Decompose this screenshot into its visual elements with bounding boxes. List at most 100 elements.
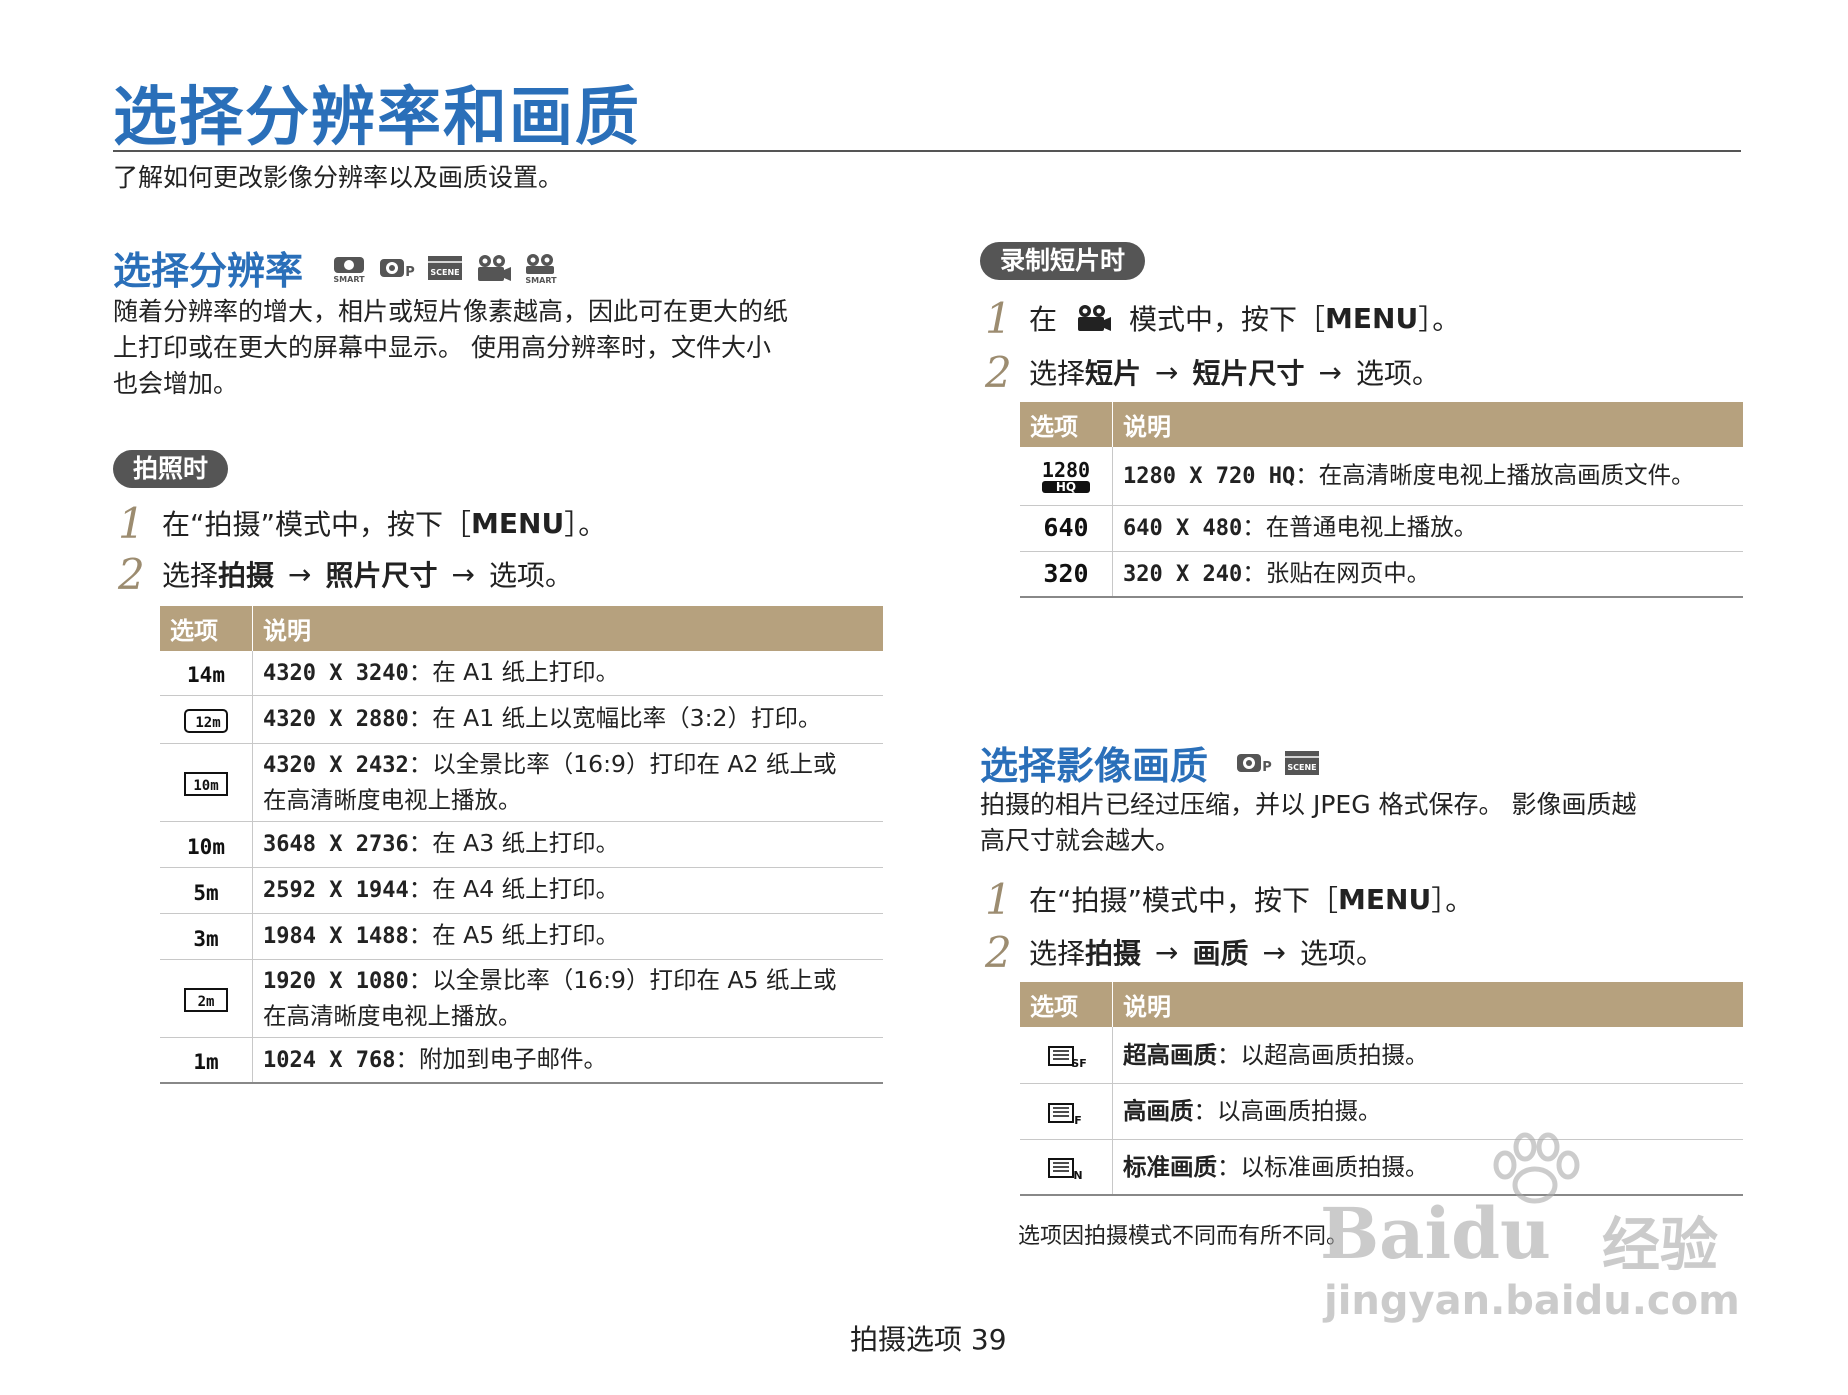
- quality-desc: ：以超高画质拍摄。: [1217, 1040, 1429, 1069]
- quality-header: 选择影像画质 P SCENE: [980, 735, 1322, 790]
- resolution-14m-icon: 14m: [187, 663, 225, 687]
- scene-icon: SCENE: [428, 255, 463, 280]
- svg-text:12m: 12m: [195, 715, 220, 731]
- resolution-desc: ：以全景比率（16:9）打印在 A2 纸上或: [408, 750, 837, 778]
- resolution-description-line: 随着分辨率的增大，相片或短片像素越高，因此可在更大的纸: [113, 297, 789, 326]
- svg-text:SMART: SMART: [525, 276, 557, 284]
- step-number: 2: [985, 927, 1012, 977]
- table-header-description: 说明: [1112, 982, 1743, 1027]
- table-row: 5m 2592 X 1944：在 A4 纸上打印。: [160, 867, 883, 914]
- arrow-icon: →: [1155, 935, 1179, 969]
- table-row: 640 640 X 480：在普通电视上播放。: [1020, 505, 1743, 552]
- page-title: 选择分辨率和画质: [113, 81, 641, 155]
- resolution-1280-hq-icon: 1280 HQ: [1041, 458, 1091, 495]
- quality-description-line: 拍摄的相片已经过压缩，并以 JPEG 格式保存。 影像画质越: [980, 790, 1637, 819]
- resolution-12m-wide-icon: 12m: [184, 708, 228, 733]
- table-header-option: 选项: [1020, 402, 1113, 447]
- resolution-desc: ：以全景比率（16:9）打印在 A5 纸上或: [408, 966, 837, 994]
- table-header-option: 选项: [160, 606, 253, 651]
- table-row: 1280 HQ 1280 X 720 HQ：在高清晰度电视上播放高画质文件。: [1020, 447, 1743, 506]
- step-text: 在: [1029, 303, 1058, 336]
- resolution-mode-icons: SMART P SCENE SMART: [329, 252, 561, 284]
- resolution-desc: ：张贴在网页中。: [1242, 558, 1431, 587]
- svg-text:1m: 1m: [193, 1050, 218, 1074]
- table-header-description: 说明: [252, 606, 883, 651]
- resolution-section-title: 选择分辨率: [113, 249, 304, 293]
- step-text: 模式中，按下［: [1129, 303, 1326, 336]
- svg-text:N: N: [1073, 1169, 1082, 1182]
- step-number: 1: [118, 498, 145, 548]
- watermark: Baidu 经验 jingyan.baidu.com: [1320, 1130, 1760, 1330]
- resolution-value: 4320 X 3240: [263, 660, 409, 686]
- resolution-desc: ：在 A1 纸上以宽幅比率（3:2）打印。: [408, 704, 822, 732]
- quality-note: 选项因拍摄模式不同而有所不同。: [1018, 1224, 1349, 1249]
- svg-text:P: P: [1262, 760, 1272, 775]
- svg-text:F: F: [1074, 1114, 1082, 1127]
- step-text: ］。: [1418, 303, 1461, 336]
- quality-label: 标准画质: [1123, 1152, 1217, 1181]
- resolution-desc: ：在 A1 纸上打印。: [408, 657, 620, 686]
- resolution-table: 选项 说明 14m 4320 X 3240：在 A1 纸上打印。 12m 432…: [160, 606, 883, 1084]
- resolution-10m-wide-icon: 10m: [184, 771, 228, 796]
- menu-item-photo-size: 照片尺寸: [325, 559, 438, 592]
- resolution-value: 4320 X 2880: [263, 707, 409, 732]
- quality-label: 高画质: [1123, 1097, 1194, 1125]
- step-number: 2: [118, 549, 145, 599]
- svg-text:SCENE: SCENE: [430, 268, 459, 277]
- movie-icon: [1078, 305, 1112, 331]
- resolution-description: 随着分辨率的增大，相片或短片像素越高，因此可在更大的纸 上打印或在更大的屏幕中显…: [113, 294, 893, 402]
- quality-section-title: 选择影像画质: [980, 744, 1209, 788]
- step-text: ］。: [1431, 884, 1474, 917]
- table-header-row: 选项 说明: [160, 606, 883, 651]
- movie-step-1: 1 在 模式中，按下［ MENU ］。: [985, 293, 1461, 343]
- table-row: 1m 1024 X 768：附加到电子邮件。: [160, 1037, 883, 1084]
- normal-icon: N: [1048, 1158, 1083, 1182]
- resolution-desc: ：在普通电视上播放。: [1242, 513, 1478, 541]
- watermark-brand: Baidu: [1320, 1192, 1551, 1275]
- watermark-cn: 经验: [1602, 1211, 1719, 1279]
- resolution-value: 1024 X 768: [263, 1047, 396, 1073]
- menu-key: MENU: [1338, 882, 1432, 916]
- resolution-header: 选择分辨率 SMART P SCENE SMART: [113, 240, 561, 295]
- program-icon: P: [380, 258, 415, 280]
- step-text: 选择: [162, 559, 219, 592]
- step-number: 1: [985, 293, 1012, 343]
- movie-step-2: 2 选择 短片 → 短片尺寸 → 选项。: [985, 347, 1440, 397]
- svg-text:P: P: [405, 265, 415, 280]
- resolution-value: 1280 X 720 HQ: [1123, 463, 1296, 489]
- resolution-value: 2592 X 1944: [263, 878, 409, 903]
- movie-size-table: 选项 说明 1280 HQ 1280 X 720 HQ：在高清晰度电视上播放高画…: [1020, 402, 1743, 598]
- resolution-step-2: 2 选择 拍摄 → 照片尺寸 → 选项。: [118, 549, 573, 599]
- resolution-desc: ：在 A4 纸上打印。: [408, 875, 620, 903]
- watermark-url: jingyan.baidu.com: [1324, 1278, 1740, 1324]
- scene-icon: SCENE: [1285, 750, 1320, 775]
- quality-desc: ：以高画质拍摄。: [1193, 1097, 1382, 1125]
- step-number: 2: [985, 347, 1012, 397]
- resolution-5m-icon: 5m: [193, 881, 218, 905]
- arrow-icon: →: [1318, 355, 1342, 389]
- step-text: 选项。: [1355, 357, 1440, 390]
- svg-text:5m: 5m: [193, 881, 218, 905]
- movie-mode-pill: 录制短片时: [980, 242, 1146, 280]
- svg-text:SCENE: SCENE: [1287, 763, 1316, 772]
- arrow-icon: →: [1155, 355, 1179, 389]
- table-row: 10m 3648 X 2736：在 A3 纸上打印。: [160, 821, 883, 868]
- step-text: 在“拍摄”模式中，按下［: [162, 508, 472, 541]
- menu-item-movie-size: 短片尺寸: [1192, 357, 1305, 390]
- table-row: 2m 1920 X 1080：以全景比率（16:9）打印在 A5 纸上或 在高清…: [160, 959, 883, 1038]
- svg-text:10m: 10m: [187, 835, 225, 859]
- menu-item-movie: 短片: [1085, 357, 1142, 390]
- menu-key: MENU: [471, 506, 565, 540]
- smart-movie-icon: SMART: [525, 253, 557, 284]
- table-row: 320 320 X 240：张贴在网页中。: [1020, 551, 1743, 598]
- menu-item-quality: 画质: [1192, 937, 1249, 970]
- page-footer: 拍摄选项 39: [850, 1323, 1007, 1356]
- resolution-640-icon: 640: [1043, 513, 1089, 542]
- resolution-value: 3648 X 2736: [263, 832, 409, 857]
- resolution-value: 320 X 240: [1123, 561, 1243, 587]
- resolution-description-line: 上打印或在更大的屏幕中显示。 使用高分辨率时，文件大小: [113, 333, 771, 362]
- step-text: 选择: [1029, 357, 1086, 390]
- resolution-desc: ：附加到电子邮件。: [395, 1044, 607, 1073]
- quality-description-line: 高尺寸就会越大。: [980, 826, 1181, 855]
- super-fine-icon: SF: [1048, 1046, 1086, 1070]
